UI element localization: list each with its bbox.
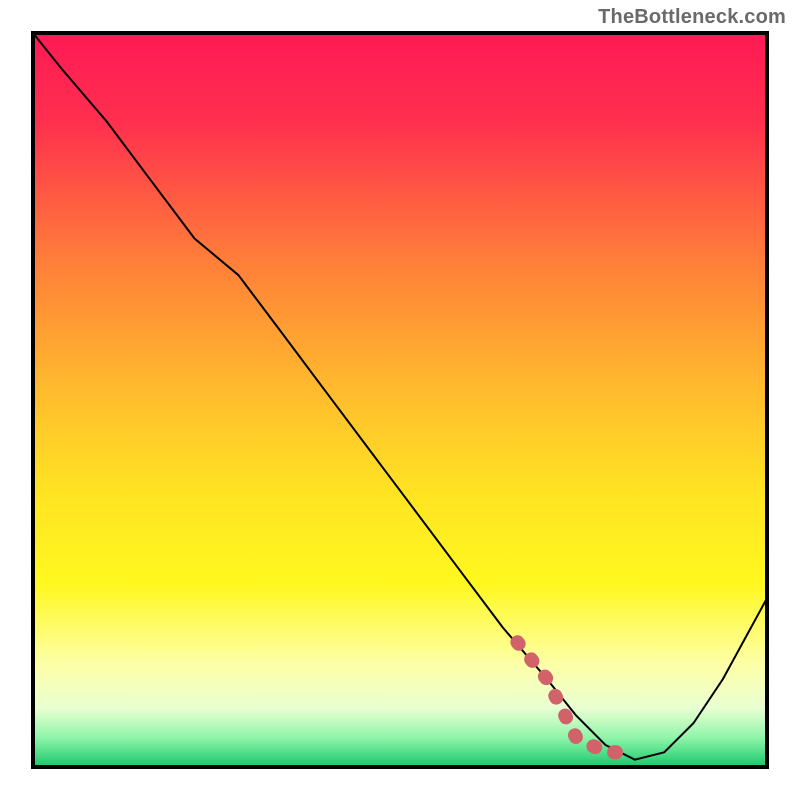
bottleneck-chart [0,0,800,800]
plot-background [33,33,767,767]
watermark-text: TheBottleneck.com [598,6,786,29]
chart-container: TheBottleneck.com [0,0,800,800]
